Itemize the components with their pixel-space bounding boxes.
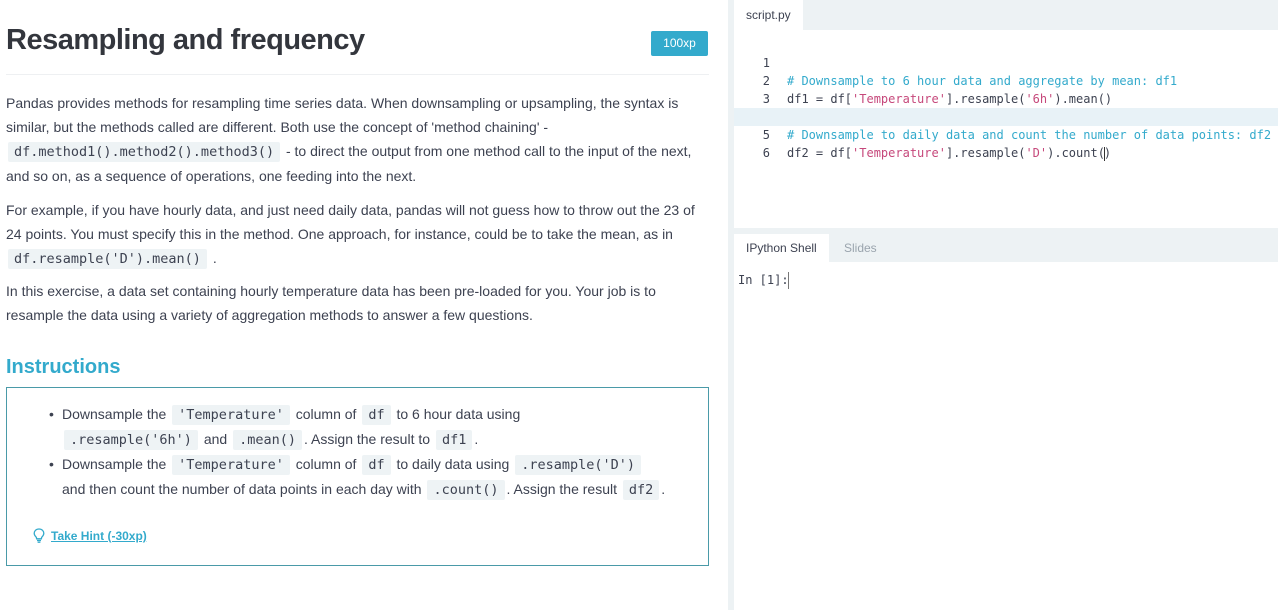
code-string: 'D' <box>1025 146 1048 160</box>
inline-code: df2 <box>622 480 660 500</box>
code-line: 1 # Downsample to 6 hour data and aggreg… <box>734 36 1278 88</box>
inline-code: .resample('6h') <box>64 430 198 450</box>
instruction-text: column of <box>295 456 357 472</box>
code-token: df2 = df[ <box>787 146 853 160</box>
code-token: ].resample( <box>945 146 1026 160</box>
inline-code: df.method1().method2().method3() <box>8 142 281 162</box>
tab-ipython-shell[interactable]: IPython Shell <box>734 234 829 262</box>
code-line: 6 <box>734 126 1278 160</box>
intro-paragraph-1: Pandas provides methods for resampling t… <box>6 91 711 188</box>
inline-code: .mean() <box>233 430 302 450</box>
take-hint-link[interactable]: Take Hint (-30xp) <box>33 528 147 546</box>
take-hint-label: Take Hint (-30xp) <box>51 529 147 544</box>
instruction-text: . Assign the result to <box>303 431 431 447</box>
inline-code: .resample('D') <box>515 455 642 475</box>
instruction-text: . <box>474 431 479 447</box>
inline-code: df1 <box>435 430 473 450</box>
instructions-heading: Instructions <box>6 356 121 378</box>
instruction-item: • Downsample the 'Temperature' column of… <box>7 452 697 502</box>
tab-script-py[interactable]: script.py <box>734 0 803 30</box>
code-line-active: 5 df2 = df['Temperature'].resample('D').… <box>734 108 1278 161</box>
instruction-text: Downsample the <box>62 456 167 472</box>
paragraph-text: For example, if you have hourly data, an… <box>6 202 695 242</box>
shell-tab-bar: IPython Shell Slides <box>734 234 1278 262</box>
xp-badge: 100xp <box>651 31 708 56</box>
tab-slides[interactable]: Slides <box>832 234 889 262</box>
inline-code: .count() <box>427 480 505 500</box>
instructions-list: • Downsample the 'Temperature' column of… <box>7 402 697 502</box>
intro-paragraph-3: In this exercise, a data set containing … <box>6 283 656 323</box>
paragraph-text: . <box>212 250 217 266</box>
instruction-text: to 6 hour data using <box>396 406 521 422</box>
code-line: 4 # Downsample to daily data and count t… <box>734 90 1278 142</box>
code-token: ) <box>1103 146 1112 160</box>
code-string: 'Temperature' <box>852 146 946 160</box>
instruction-text: Downsample the <box>62 406 167 422</box>
instruction-item: • Downsample the 'Temperature' column of… <box>7 402 697 452</box>
instruction-text: column of <box>295 406 357 422</box>
intro-paragraph-2: For example, if you have hourly data, an… <box>6 198 711 271</box>
editor-tab-bar: script.py <box>734 0 1278 30</box>
code-line: 3 <box>734 72 1278 106</box>
inline-code: 'Temperature' <box>172 405 290 425</box>
inline-code: df <box>362 455 391 475</box>
shell-cursor <box>788 272 789 289</box>
code-content: df2 = df['Temperature'].resample('D').co… <box>787 144 1111 162</box>
bullet: • <box>49 406 54 422</box>
instruction-text: to daily data using <box>396 456 510 472</box>
title-divider <box>6 74 709 75</box>
ipython-shell[interactable]: In [1]: <box>734 262 1278 610</box>
workspace-panel: script.py 1 # Downsample to 6 hour data … <box>734 0 1278 610</box>
bullet: • <box>49 456 54 472</box>
exercise-title: Resampling and frequency <box>6 24 365 56</box>
instructions-box: • Downsample the 'Temperature' column of… <box>6 387 709 566</box>
code-token: ).count( <box>1047 146 1105 160</box>
inline-code: df <box>362 405 391 425</box>
instruction-text: and <box>203 431 228 447</box>
line-number: 6 <box>762 146 770 160</box>
instruction-text: . Assign the result <box>506 481 618 497</box>
instruction-text: . <box>661 481 666 497</box>
lightbulb-icon <box>33 528 45 546</box>
exercise-panel: Resampling and frequency 100xp Pandas pr… <box>0 0 728 610</box>
shell-prompt: In [1]: <box>738 273 789 287</box>
code-line: 2 df1 = df['Temperature'].resample('6h')… <box>734 54 1278 106</box>
instruction-text: and then count the number of data points… <box>62 481 422 497</box>
inline-code: df.resample('D').mean() <box>8 249 207 269</box>
inline-code: 'Temperature' <box>172 455 290 475</box>
code-editor[interactable]: 1 # Downsample to 6 hour data and aggreg… <box>734 30 1278 228</box>
paragraph-text: Pandas provides methods for resampling t… <box>6 95 679 135</box>
